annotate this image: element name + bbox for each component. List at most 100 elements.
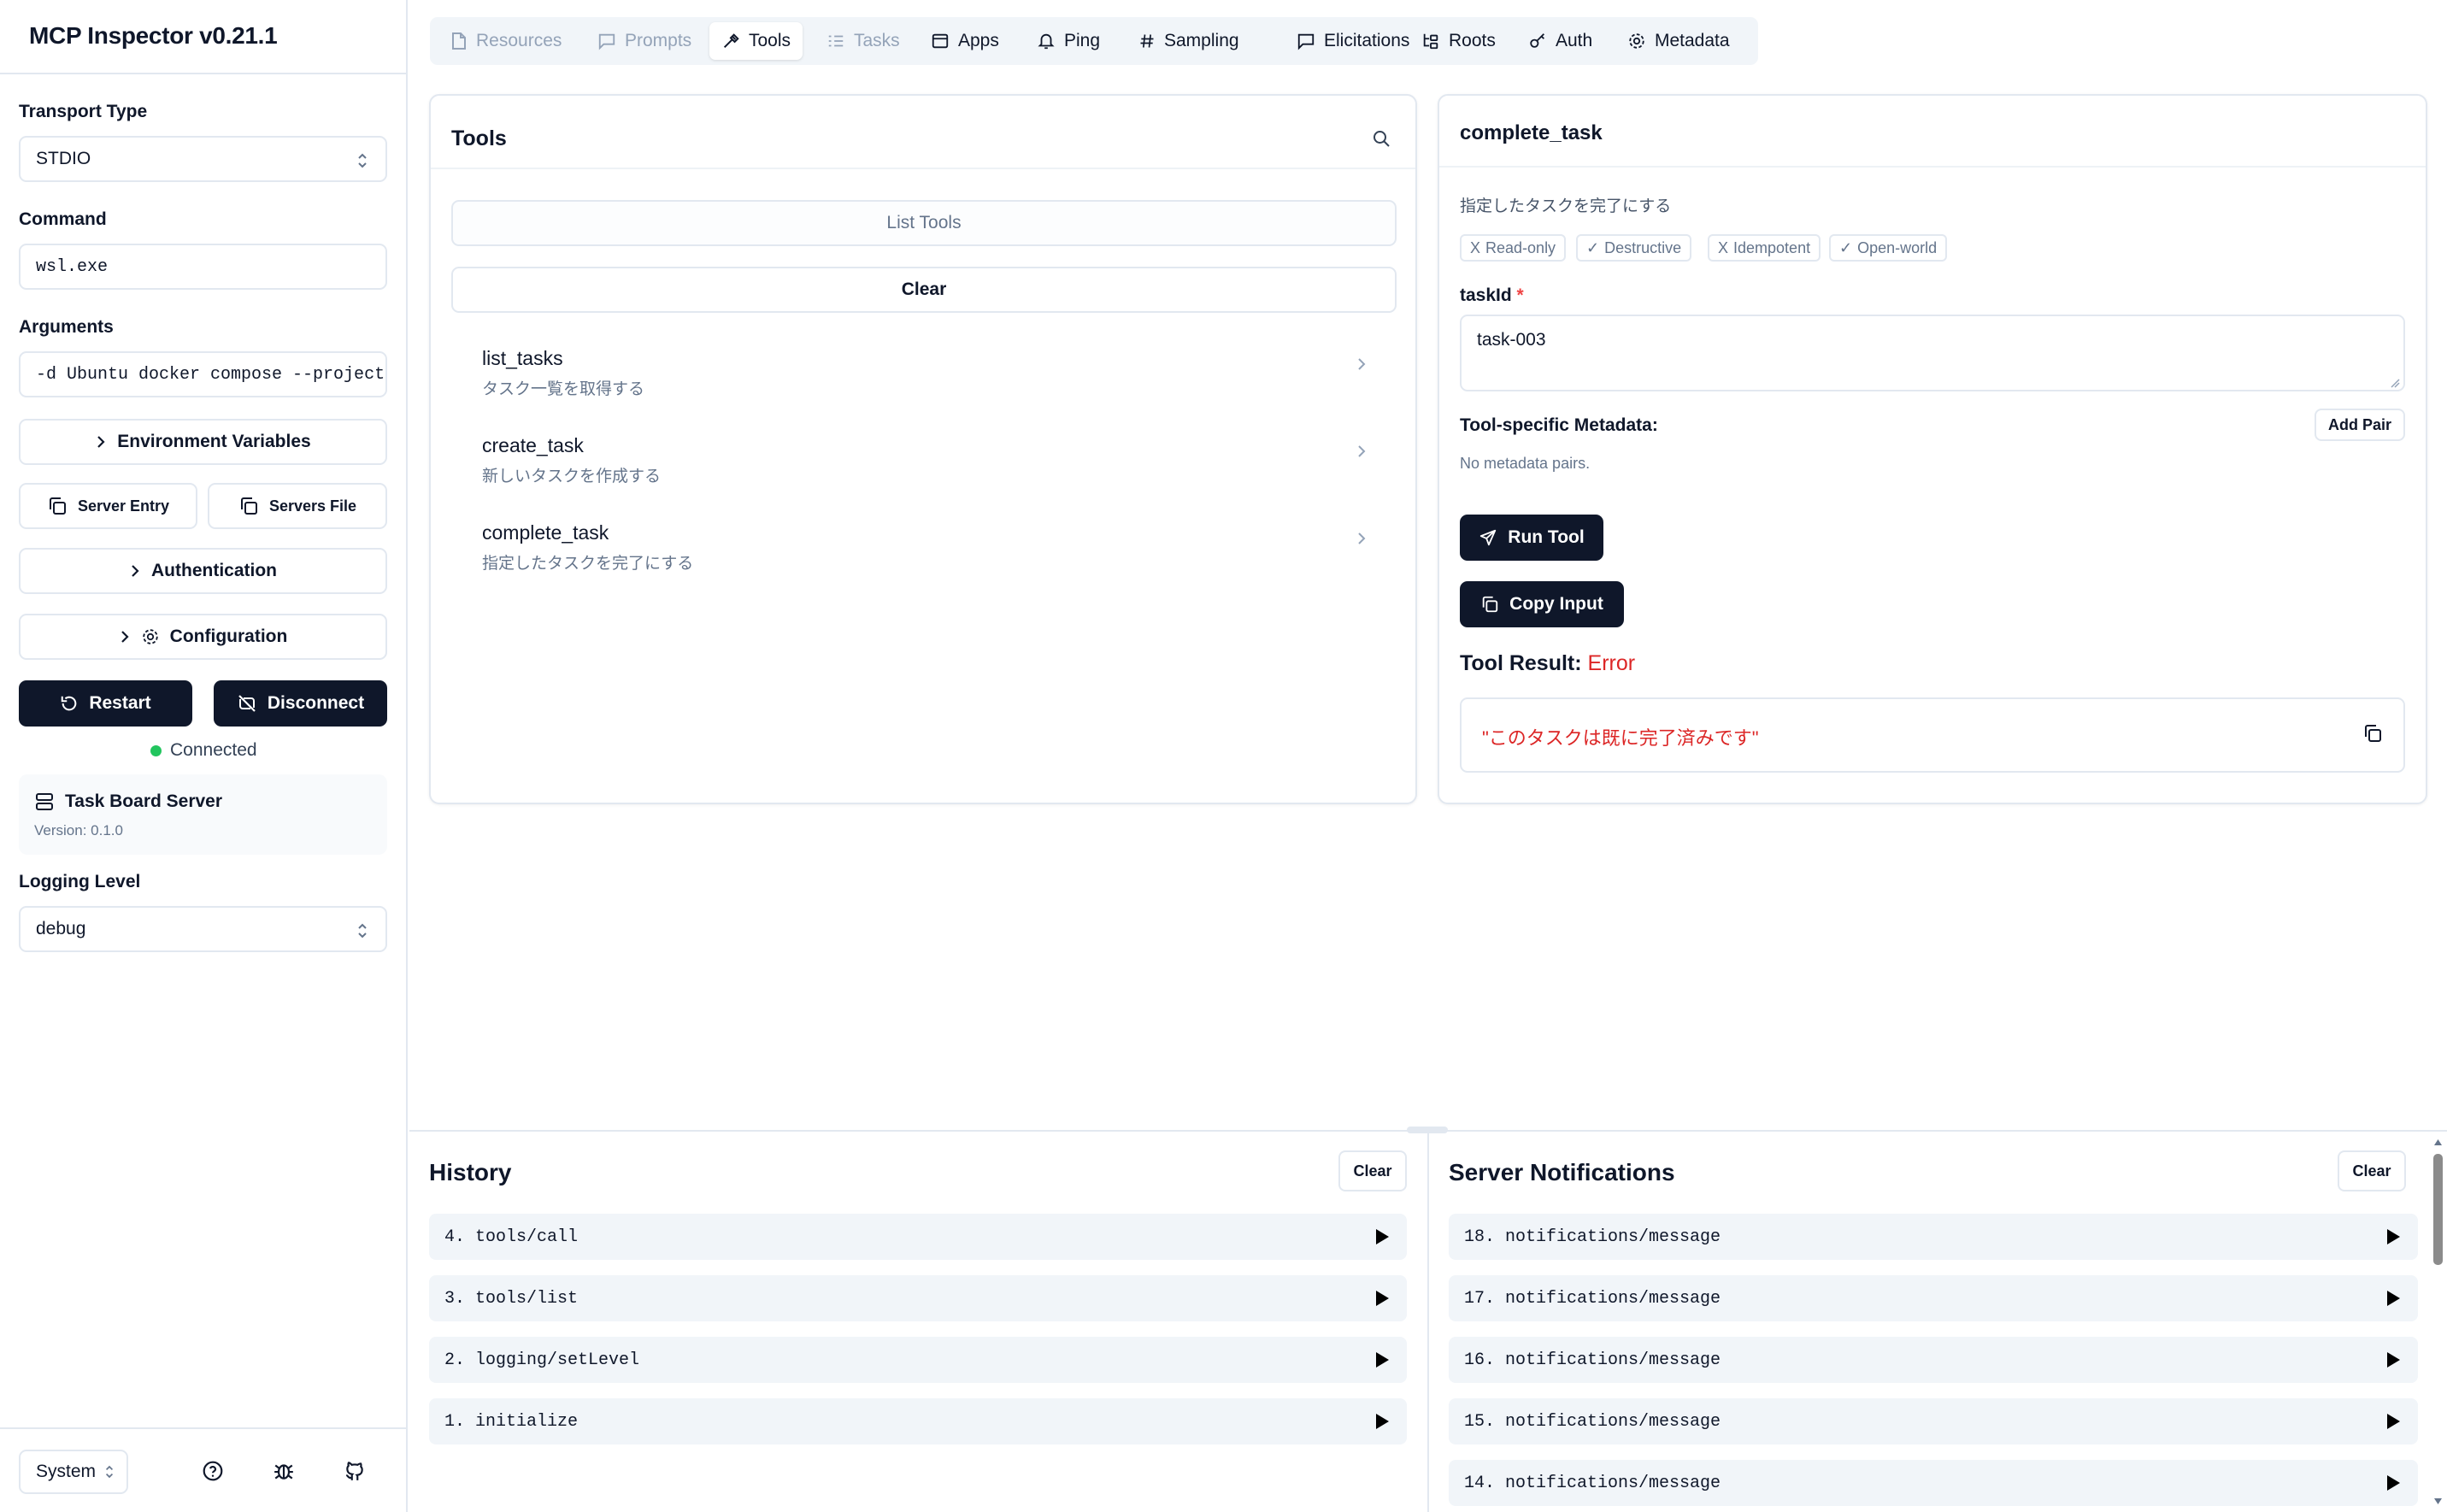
key-icon — [1528, 32, 1547, 50]
expand-triangle-icon — [2385, 1351, 2401, 1368]
tab-sampling[interactable]: Sampling — [1126, 22, 1251, 60]
clear-notifications-button[interactable]: Clear — [2338, 1150, 2406, 1191]
x-mark-icon: X — [1470, 238, 1481, 256]
notification-row[interactable]: 17. notifications/message — [1449, 1275, 2418, 1321]
tab-ping[interactable]: Ping — [1025, 22, 1112, 60]
tab-metadata[interactable]: Metadata — [1615, 22, 1742, 60]
history-row[interactable]: 2. logging/setLevel — [429, 1337, 1407, 1383]
chevron-right-icon — [1356, 530, 1368, 547]
expand-triangle-icon — [2385, 1413, 2401, 1430]
configuration-button[interactable]: Configuration — [19, 614, 387, 660]
history-row-label: 4. tools/call — [444, 1227, 579, 1247]
server-version: Version: 0.1.0 — [34, 822, 123, 838]
search-icon[interactable] — [1371, 128, 1391, 149]
server-entry-button[interactable]: Server Entry — [19, 483, 197, 529]
badge-destructive: ✓ Destructive — [1576, 234, 1692, 262]
metadata-empty-text: No metadata pairs. — [1460, 455, 1591, 472]
restart-icon — [60, 694, 79, 713]
expand-triangle-icon — [1374, 1351, 1390, 1368]
tab-tools[interactable]: Tools — [709, 22, 803, 60]
badge-read-only: X Read-only — [1460, 234, 1567, 262]
message-icon — [597, 32, 616, 50]
clear-history-button[interactable]: Clear — [1338, 1150, 1407, 1191]
history-row[interactable]: 4. tools/call — [429, 1214, 1407, 1260]
tool-item-list-tasks[interactable]: list_tasks タスク一覧を取得する — [451, 338, 1397, 415]
tab-prompts[interactable]: Prompts — [585, 22, 703, 60]
history-title: History — [429, 1159, 512, 1185]
app-title: MCP Inspector v0.21.1 — [29, 22, 278, 49]
tool-item-complete-task[interactable]: complete_task 指定したタスクを完了にする — [451, 513, 1397, 590]
tab-roots[interactable]: Roots — [1409, 22, 1508, 60]
notification-row[interactable]: 18. notifications/message — [1449, 1214, 2418, 1260]
tab-sampling-label: Sampling — [1164, 31, 1239, 50]
bottom-pane-separator — [1427, 1132, 1429, 1512]
clear-tools-button[interactable]: Clear — [451, 267, 1397, 313]
tools-panel-title: Tools — [451, 126, 507, 150]
server-info-card: Task Board Server Version: 0.1.0 — [19, 774, 387, 855]
connection-status: Connected — [150, 740, 257, 761]
list-tools-button[interactable]: List Tools — [451, 200, 1397, 246]
task-id-input[interactable]: task-003 — [1460, 315, 2405, 391]
restart-button[interactable]: Restart — [19, 680, 192, 727]
check-mark-icon: ✓ — [1586, 238, 1600, 256]
help-icon[interactable] — [202, 1460, 224, 1482]
servers-file-button[interactable]: Servers File — [208, 483, 387, 529]
tool-detail-panel: complete_task 指定したタスクを完了にする X Read-only ✓… — [1438, 94, 2427, 804]
copy-input-label: Copy Input — [1509, 594, 1603, 614]
add-pair-button[interactable]: Add Pair — [2314, 409, 2405, 441]
notification-row[interactable]: 14. notifications/message — [1449, 1460, 2418, 1506]
arguments-label: Arguments — [19, 317, 114, 337]
badge-label: Idempotent — [1733, 238, 1811, 256]
bell-icon — [1037, 32, 1056, 50]
tool-item-create-task[interactable]: create_task 新しいタスクを作成する — [451, 426, 1397, 503]
tool-result-box: "このタスクは既に完了済みです" — [1460, 697, 2405, 773]
notifications-scrollbar[interactable] — [2429, 1132, 2447, 1512]
tab-apps[interactable]: Apps — [919, 22, 1011, 60]
tab-tasks-label: Tasks — [854, 31, 900, 50]
github-icon[interactable] — [344, 1460, 366, 1482]
transport-type-select[interactable]: STDIO — [19, 136, 387, 182]
expand-triangle-icon — [2385, 1474, 2401, 1491]
theme-value: System — [36, 1462, 97, 1481]
disconnect-button[interactable]: Disconnect — [214, 680, 387, 727]
status-dot-icon — [150, 744, 162, 756]
gear-icon — [1627, 32, 1646, 50]
command-input[interactable]: wsl.exe — [19, 244, 387, 290]
logging-level-select[interactable]: debug — [19, 906, 387, 952]
tab-resources[interactable]: Resources — [438, 22, 574, 60]
chevron-updown-icon — [104, 1463, 115, 1480]
chevron-right-icon — [129, 563, 141, 579]
arguments-input[interactable]: -d Ubuntu docker compose --project — [19, 351, 387, 397]
tool-name: create_task — [482, 434, 584, 456]
history-row[interactable]: 3. tools/list — [429, 1275, 1407, 1321]
tab-elicitations[interactable]: Elicitations — [1285, 22, 1421, 60]
run-tool-button[interactable]: Run Tool — [1460, 515, 1603, 561]
tab-tasks[interactable]: Tasks — [815, 22, 912, 60]
tool-detail-description: 指定したタスクを完了にする — [1460, 197, 1672, 215]
chevron-updown-icon — [356, 921, 368, 940]
configuration-label: Configuration — [169, 627, 288, 646]
authentication-label: Authentication — [151, 561, 277, 580]
chevron-right-icon — [1356, 443, 1368, 460]
tab-ping-label: Ping — [1064, 31, 1101, 50]
hammer-icon — [721, 32, 740, 50]
theme-select[interactable]: System — [19, 1450, 128, 1494]
authentication-button[interactable]: Authentication — [19, 548, 387, 594]
tab-metadata-label: Metadata — [1655, 31, 1730, 50]
resize-handle-icon[interactable] — [2390, 378, 2400, 388]
environment-variables-button[interactable]: Environment Variables — [19, 419, 387, 465]
logging-level-value: debug — [36, 919, 86, 938]
notification-row[interactable]: 16. notifications/message — [1449, 1337, 2418, 1383]
file-icon — [450, 32, 468, 50]
tab-apps-label: Apps — [958, 31, 999, 50]
copy-icon[interactable] — [2362, 723, 2383, 744]
tab-auth[interactable]: Auth — [1516, 22, 1604, 60]
sidebar-footer-divider — [0, 1427, 406, 1429]
environment-variables-label: Environment Variables — [117, 432, 311, 451]
bug-icon[interactable] — [273, 1460, 295, 1482]
history-row-label: 1. initialize — [444, 1411, 579, 1432]
history-row[interactable]: 1. initialize — [429, 1398, 1407, 1444]
notification-row-label: 18. notifications/message — [1464, 1227, 1721, 1247]
copy-input-button[interactable]: Copy Input — [1460, 581, 1624, 627]
notification-row[interactable]: 15. notifications/message — [1449, 1398, 2418, 1444]
